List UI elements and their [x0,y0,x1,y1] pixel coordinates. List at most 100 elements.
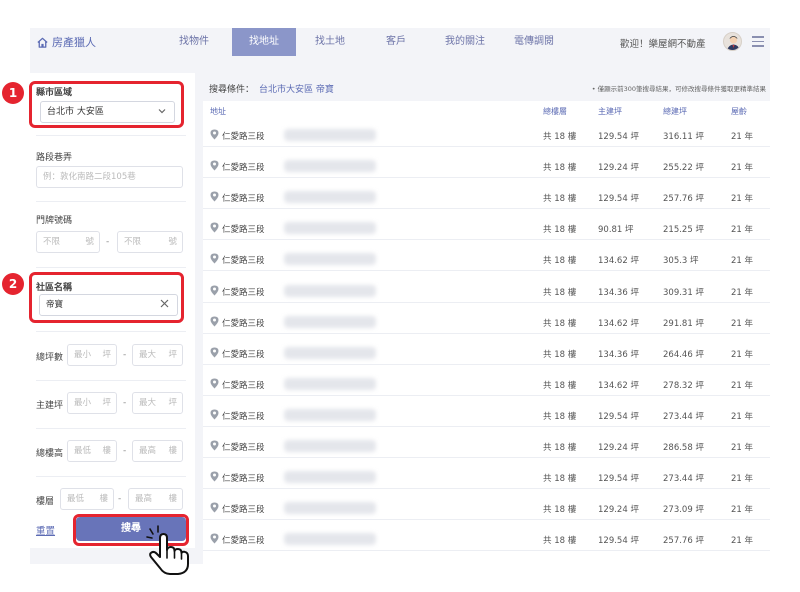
row-total-floors: 共 18 樓 [543,194,577,205]
tab-find-object[interactable]: 找物件 [164,28,224,56]
row-address[interactable]: 仁愛路三段 [222,472,265,484]
table-row[interactable]: 仁愛路三段 共 18 樓 129.54 坪 316.11 坪 21 年 [203,123,770,147]
road-input[interactable]: 例：敦化南路二段105巷 [36,166,183,188]
row-address[interactable]: 仁愛路三段 [222,192,265,204]
tab-find-land[interactable]: 找土地 [304,28,356,56]
tab-find-address[interactable]: 找地址 [232,28,296,56]
table-row[interactable]: 仁愛路三段 共 18 樓 129.24 坪 273.09 坪 21 年 [203,496,770,521]
table-row[interactable]: 仁愛路三段 共 18 樓 129.24 坪 286.58 坪 21 年 [203,434,770,458]
row-total-area: 316.11 坪 [663,132,704,142]
table-row[interactable]: 仁愛路三段 共 18 樓 129.54 坪 257.76 坪 21 年 [203,185,770,210]
door-number-from-input[interactable]: 不限 號 [36,231,100,253]
row-age: 21 年 [731,411,754,422]
divider [36,267,186,268]
row-address[interactable]: 仁愛路三段 [222,317,265,329]
tab-customers[interactable]: 客戶 [372,28,420,56]
table-row[interactable]: 仁愛路三段 共 18 樓 90.81 坪 215.25 坪 21 年 [203,216,770,241]
row-address[interactable]: 仁愛路三段 [222,534,265,546]
row-total-floors: 共 18 樓 [543,225,577,236]
col-main-area[interactable]: 主建坪 [598,106,622,117]
table-row[interactable]: 仁愛路三段 共 18 樓 129.54 坪 273.44 坪 21 年 [203,403,770,427]
row-age: 21 年 [731,163,754,174]
row-address[interactable]: 仁愛路三段 [222,286,265,298]
row-total-floors: 共 18 樓 [543,536,577,547]
table-row[interactable]: 仁愛路三段 共 18 樓 134.36 坪 264.46 坪 21 年 [203,341,770,365]
row-address[interactable]: 仁愛路三段 [222,254,265,266]
row-total-area: 305.3 坪 [663,256,699,267]
col-age[interactable]: 屋齡 [731,106,747,117]
brand-name: 房產獵人 [52,36,96,49]
row-main-area: 90.81 坪 [598,225,634,236]
door-number-unit: 號 [85,237,94,247]
divider [36,380,186,381]
row-address[interactable]: 仁愛路三段 [222,503,265,515]
pointer-hand-icon [146,525,189,575]
divider [36,135,186,136]
redacted-address [284,377,376,390]
row-main-area: 134.36 坪 [598,349,639,360]
table-row[interactable]: 仁愛路三段 共 18 樓 134.36 坪 309.31 坪 21 年 [203,279,770,303]
row-address[interactable]: 仁愛路三段 [222,161,265,173]
tab-my-watchlist[interactable]: 我的關注 [435,28,495,56]
location-pin-icon [210,347,219,358]
total-area-min-placeholder: 最小 [74,350,92,360]
user-avatar-icon [727,36,740,50]
table-row[interactable]: 仁愛路三段 共 18 樓 134.62 坪 278.32 坪 21 年 [203,372,770,396]
area-unit: 坪 [168,350,177,360]
total-floors-max-placeholder: 最高 [139,446,157,456]
row-age: 21 年 [731,474,754,485]
reset-button[interactable]: 重置 [36,523,55,537]
avatar[interactable] [723,32,742,51]
total-floors-min-input[interactable]: 最低 樓 [67,440,117,462]
condition-value: 台北市大安區 帝寶 [259,85,334,95]
table-row[interactable]: 仁愛路三段 共 18 樓 129.24 坪 255.22 坪 21 年 [203,154,770,179]
row-total-floors: 共 18 樓 [543,411,577,422]
row-address[interactable]: 仁愛路三段 [222,223,265,235]
menu-icon[interactable] [752,36,764,47]
range-separator: - [123,398,127,408]
table-row[interactable]: 仁愛路三段 共 18 樓 134.62 坪 305.3 坪 21 年 [203,247,770,272]
total-area-min-input[interactable]: 最小 坪 [67,344,117,366]
main-area-min-input[interactable]: 最小 坪 [67,392,117,414]
floor-min-input[interactable]: 最低 樓 [60,488,114,510]
row-main-area: 134.62 坪 [598,256,639,267]
door-number-to-input[interactable]: 不限 號 [117,231,183,253]
row-main-area: 129.54 坪 [598,411,639,422]
floor-max-input[interactable]: 最高 樓 [128,488,183,510]
results-panel: 搜尋條件： 台北市大安區 帝寶 • 僅顯示前300筆搜尋結果，可修改搜尋條件獲取… [203,73,770,564]
total-floors-label: 總樓高 [36,449,64,459]
table-row[interactable]: 仁愛路三段 共 18 樓 129.54 坪 273.44 坪 21 年 [203,465,770,490]
row-main-area: 129.54 坪 [598,474,639,485]
total-area-max-input[interactable]: 最大 坪 [132,344,183,366]
row-age: 21 年 [731,380,754,391]
row-total-floors: 共 18 樓 [543,380,577,391]
row-total-area: 273.44 坪 [663,411,704,422]
total-floors-max-input[interactable]: 最高 樓 [132,440,183,462]
condition-label: 搜尋條件： [209,85,255,95]
step-badge-2: 2 [2,273,24,295]
row-address[interactable]: 仁愛路三段 [222,441,265,453]
main-area-max-input[interactable]: 最大 坪 [132,392,183,414]
door-number-to-placeholder: 不限 [124,237,142,247]
row-address[interactable]: 仁愛路三段 [222,130,265,142]
table-row[interactable]: 仁愛路三段 共 18 樓 129.54 坪 257.76 坪 21 年 [203,527,770,552]
col-total-area[interactable]: 總建坪 [663,106,687,117]
row-main-area: 134.62 坪 [598,318,639,329]
row-total-floors: 共 18 樓 [543,163,577,174]
total-area-label: 總坪數 [36,353,64,363]
redacted-address [284,284,376,297]
tab-fax-retrieval[interactable]: 電傳調閱 [504,28,564,56]
col-address[interactable]: 地址 [210,106,226,117]
door-number-unit: 號 [168,237,177,247]
col-total-floors[interactable]: 總樓層 [543,106,567,117]
row-total-area: 255.22 坪 [663,163,704,174]
brand-logo[interactable]: 房產獵人 [36,34,96,50]
row-address[interactable]: 仁愛路三段 [222,379,265,391]
row-address[interactable]: 仁愛路三段 [222,410,265,422]
row-address[interactable]: 仁愛路三段 [222,348,265,360]
location-pin-icon [210,253,219,264]
range-separator: - [123,350,127,360]
table-row[interactable]: 仁愛路三段 共 18 樓 134.62 坪 291.81 坪 21 年 [203,310,770,334]
row-main-area: 129.54 坪 [598,536,639,547]
floor-unit: 樓 [168,446,177,456]
